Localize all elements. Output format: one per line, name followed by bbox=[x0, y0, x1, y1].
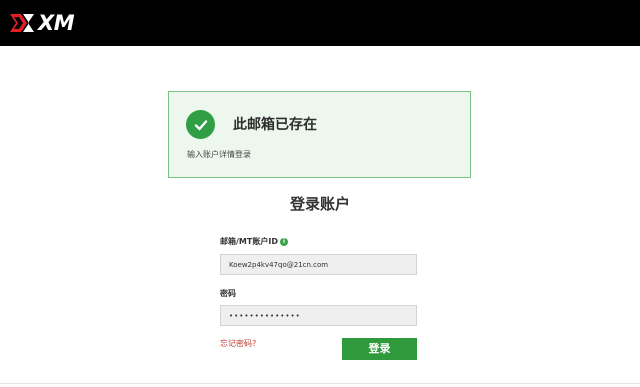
check-circle-icon bbox=[186, 110, 215, 139]
login-button[interactable]: 登录 bbox=[342, 338, 417, 360]
checkmark-icon bbox=[194, 119, 207, 130]
top-navigation-bar: XM bbox=[0, 0, 640, 46]
xm-logo[interactable]: XM bbox=[8, 11, 75, 35]
email-label: 邮箱/MT账户ID i bbox=[220, 237, 288, 247]
divider bbox=[0, 383, 640, 384]
notice-subtitle: 输入账户详情登录 bbox=[187, 150, 251, 159]
password-label: 密码 bbox=[220, 289, 236, 298]
email-label-text: 邮箱/MT账户ID bbox=[220, 237, 278, 246]
email-exists-notice: 此邮箱已存在 输入账户详情登录 bbox=[168, 91, 471, 178]
notice-title: 此邮箱已存在 bbox=[233, 117, 317, 133]
info-icon[interactable]: i bbox=[279, 237, 288, 246]
xm-logo-icon bbox=[10, 14, 34, 32]
login-form-title: 登录账户 bbox=[289, 195, 350, 213]
logo-text: XM bbox=[38, 11, 75, 35]
forgot-password-link[interactable]: 忘记密码? bbox=[220, 339, 256, 349]
password-input[interactable] bbox=[220, 305, 417, 326]
email-input[interactable] bbox=[220, 254, 417, 275]
